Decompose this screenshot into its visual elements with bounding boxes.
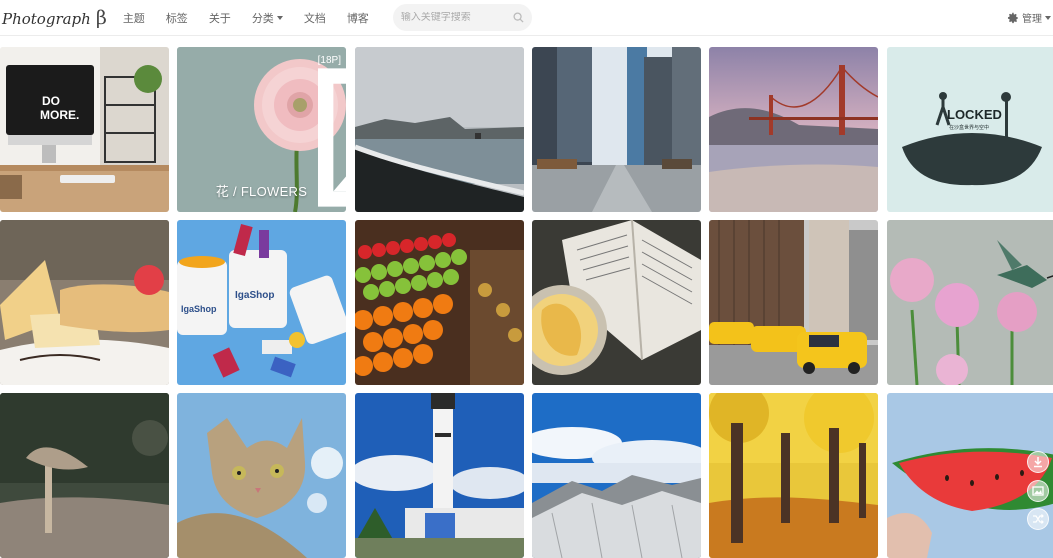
nav-item-label: 标签: [165, 11, 188, 25]
tile-golden-gate-bridge[interactable]: [709, 47, 878, 212]
image-icon: [1032, 486, 1044, 496]
tile-hummingbird-flowers[interactable]: [887, 220, 1053, 385]
main-nav: 主题 标签 关于 分类 文档 博客: [123, 10, 390, 26]
tile-snowy-mountains[interactable]: [532, 393, 701, 558]
photo-count-badge: [18P]: [317, 55, 346, 207]
poster-subtitle: 在沙盒世界与空中: [949, 124, 989, 131]
tile-watermelon[interactable]: [887, 393, 1053, 558]
coast-beach-photo: [355, 47, 524, 212]
nav-item-tags[interactable]: 标签: [166, 10, 188, 26]
brand-logo[interactable]: Photograph β: [2, 7, 107, 29]
brand-beta-mark: β: [95, 6, 107, 29]
download-button[interactable]: [1027, 451, 1049, 473]
nav-item-label: 文档: [303, 11, 326, 25]
open-book-photo: [532, 220, 701, 385]
nav-item-theme[interactable]: 主题: [123, 10, 145, 26]
svg-text:MORE.: MORE.: [40, 108, 79, 122]
top-navbar: Photograph β 主题 标签 关于 分类 文档 博客 管理: [0, 0, 1053, 36]
shuffle-button[interactable]: [1027, 508, 1049, 530]
tile-open-book[interactable]: [532, 220, 701, 385]
city-street-photo: [532, 47, 701, 212]
image-view-button[interactable]: [1027, 480, 1049, 502]
tile-city-street[interactable]: [532, 47, 701, 212]
search-icon[interactable]: [513, 11, 524, 25]
golden-gate-bridge-photo: [709, 47, 878, 212]
lighthouse-photo: [355, 393, 524, 558]
nav-item-docs[interactable]: 文档: [304, 10, 326, 26]
watermelon-photo: [887, 393, 1053, 558]
nav-item-label: 关于: [208, 11, 231, 25]
desk-workspace-photo: DO MORE.: [0, 47, 169, 212]
tile-desk-workspace[interactable]: DO MORE.: [0, 47, 169, 212]
snowy-mountains-photo: [532, 393, 701, 558]
admin-label: 管理: [1022, 14, 1042, 25]
tile-cat[interactable]: [177, 393, 346, 558]
caret-down-icon: [276, 15, 283, 20]
tile-autumn-trees[interactable]: [709, 393, 878, 558]
tile-cake-dessert[interactable]: [0, 220, 169, 385]
gear-icon: [1007, 12, 1018, 23]
hummingbird-flowers-photo: [887, 220, 1053, 385]
tile-coast-beach[interactable]: [355, 47, 524, 212]
tile-locked-poster[interactable]: LOCKED 在沙盒世界与空中: [887, 47, 1053, 212]
search-input[interactable]: [400, 12, 513, 23]
nav-item-about[interactable]: 关于: [209, 10, 231, 26]
nav-item-blog[interactable]: 博客: [347, 10, 369, 26]
album-caption: 花 / FLOWERS: [215, 184, 308, 199]
tile-yellow-taxis[interactable]: [709, 220, 878, 385]
fruit-market-photo: [355, 220, 524, 385]
nav-item-label: 博客: [346, 11, 369, 25]
tile-flowers-album[interactable]: [18P] 花 / FLOWERS: [177, 47, 346, 212]
mug-brand-left: IgaShop: [181, 304, 217, 314]
search-box: [392, 4, 532, 31]
tile-igashop-mugs[interactable]: IgaShop IgaShop: [177, 220, 346, 385]
poster-title: LOCKED: [947, 107, 1002, 122]
caret-down-icon: [1045, 15, 1051, 20]
tile-lighthouse[interactable]: [355, 393, 524, 558]
locked-poster-art: LOCKED 在沙盒世界与空中: [887, 47, 1053, 212]
nav-item-label: 分类: [251, 11, 274, 25]
nav-item-label: 主题: [122, 11, 145, 25]
tile-fruit-market[interactable]: [355, 220, 524, 385]
brand-name: Photograph: [2, 9, 91, 28]
mushroom-photo: [0, 393, 169, 558]
download-icon: [1034, 457, 1042, 468]
igashop-mugs-photo: IgaShop IgaShop: [177, 220, 346, 385]
cake-dessert-photo: [0, 220, 169, 385]
yellow-taxis-photo: [709, 220, 878, 385]
autumn-trees-photo: [709, 393, 878, 558]
cat-photo: [177, 393, 346, 558]
admin-menu[interactable]: 管理: [1007, 10, 1051, 25]
nav-item-category-dropdown[interactable]: 分类: [252, 10, 283, 26]
shuffle-icon: [1033, 514, 1044, 524]
mug-brand-right: IgaShop: [235, 290, 274, 301]
svg-text:DO: DO: [42, 94, 60, 108]
tile-mushroom[interactable]: [0, 393, 169, 558]
